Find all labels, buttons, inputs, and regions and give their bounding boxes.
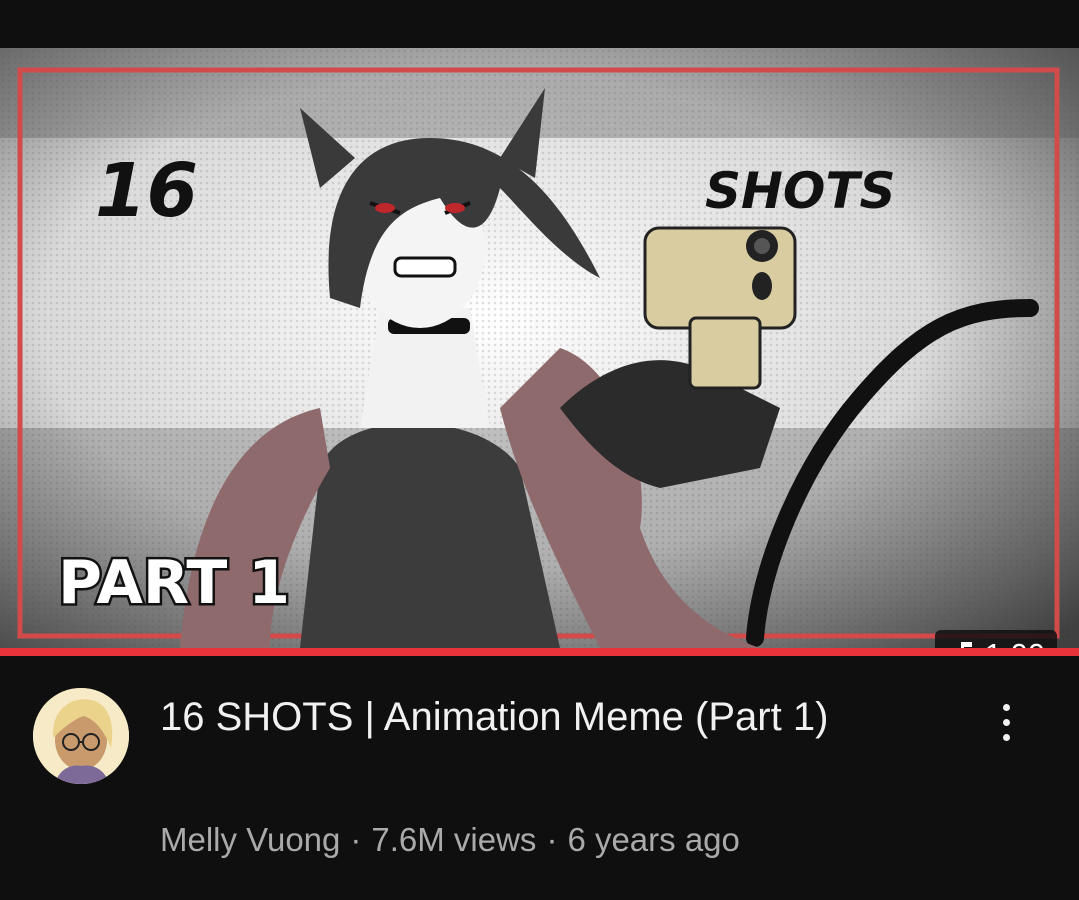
separator: · [546, 821, 558, 858]
watch-progress-bar [0, 648, 1079, 656]
video-title[interactable]: 16 SHOTS | Animation Meme (Part 1) [160, 692, 950, 742]
top-bar [0, 0, 1079, 48]
duration-label: 1:00 [985, 637, 1045, 648]
music-note-icon [949, 640, 975, 648]
thumbnail-text-16: 16 [95, 148, 198, 234]
video-meta: 16 SHOTS | Animation Meme (Part 1) Melly… [0, 656, 1079, 900]
kebab-dot [1002, 718, 1010, 726]
separator: · [350, 821, 362, 858]
thumbnail-text-part1: PART 1 [58, 548, 290, 618]
upload-age: 6 years ago [567, 821, 740, 858]
thumbnail-artwork: 16 SHOTS PART 1 [0, 48, 1079, 648]
duration-badge: 1:00 [934, 630, 1057, 648]
kebab-dot [1002, 703, 1010, 711]
more-vert-icon[interactable] [984, 698, 1028, 746]
video-card-screen: 16 SHOTS PART 1 1:00 [0, 0, 1079, 900]
kebab-dot [1002, 733, 1010, 741]
video-subline: Melly Vuong · 7.6M views · 6 years ago [160, 820, 740, 860]
channel-name[interactable]: Melly Vuong [160, 821, 340, 858]
video-thumbnail[interactable]: 16 SHOTS PART 1 1:00 [0, 48, 1079, 648]
channel-avatar[interactable] [33, 688, 129, 784]
view-count: 7.6M views [371, 821, 537, 858]
thumbnail-text-shots: SHOTS [705, 162, 895, 220]
